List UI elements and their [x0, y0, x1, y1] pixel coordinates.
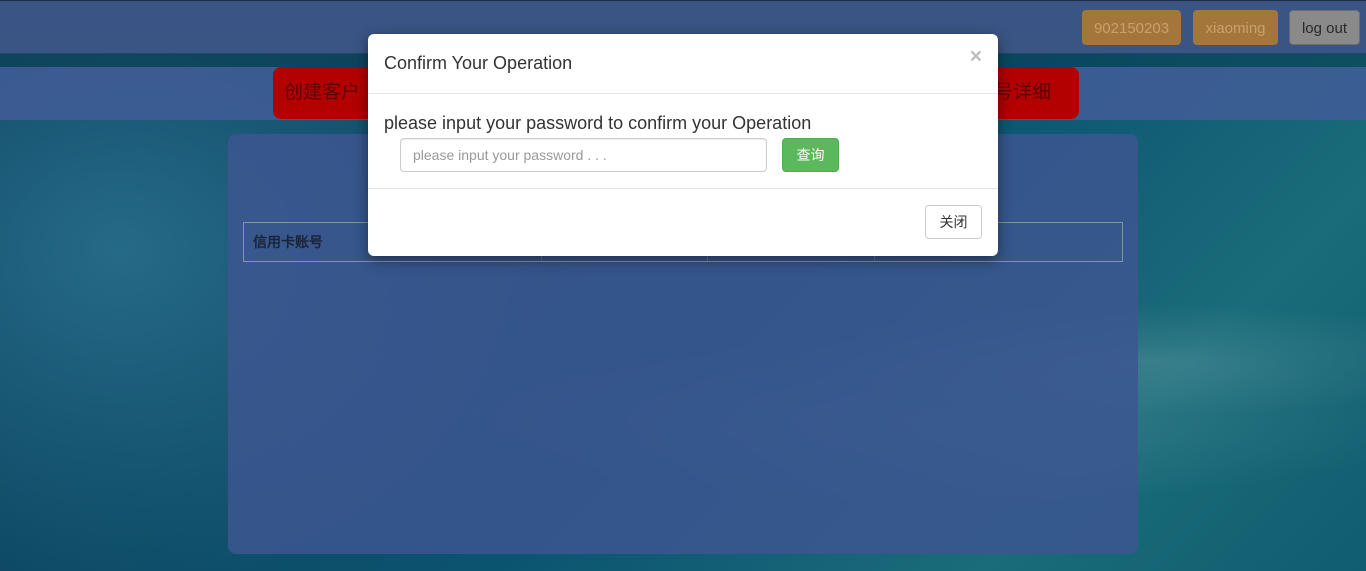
- submit-button[interactable]: 查询: [782, 138, 839, 172]
- close-button[interactable]: 关闭: [925, 205, 982, 239]
- dialog-header: Confirm Your Operation ×: [368, 34, 998, 94]
- dialog-body: please input your password to confirm yo…: [368, 94, 998, 189]
- dialog-title: Confirm Your Operation: [384, 53, 573, 73]
- password-prompt: please input your password to confirm yo…: [384, 113, 812, 133]
- close-icon[interactable]: ×: [970, 46, 982, 67]
- password-input[interactable]: [400, 138, 767, 172]
- confirm-operation-dialog: Confirm Your Operation × please input yo…: [368, 34, 998, 256]
